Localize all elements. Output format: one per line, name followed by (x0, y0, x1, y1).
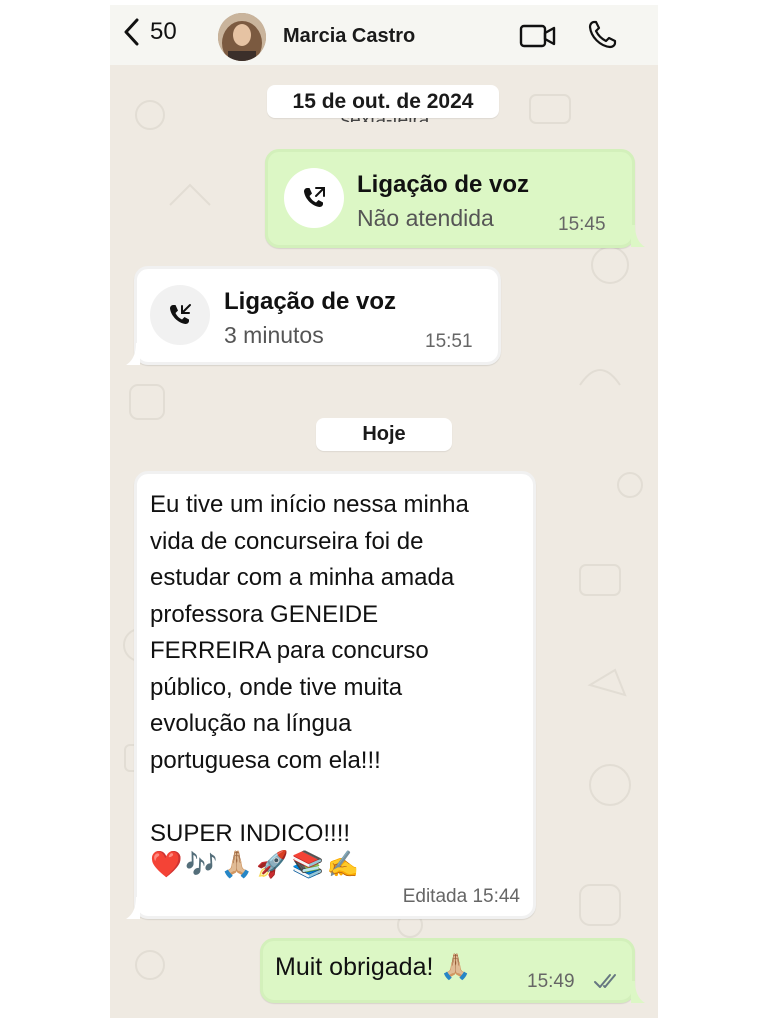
incoming-call-bubble[interactable]: Ligação de voz 3 minutos 15:51 (134, 266, 501, 365)
message-time: 15:45 (558, 214, 606, 235)
video-camera-icon[interactable] (519, 23, 557, 49)
bubble-tail-in (126, 897, 140, 919)
call-icon-wrapper (150, 285, 210, 345)
outgoing-call-bubble[interactable]: Ligação de voz Não atendida 15:45 (265, 149, 635, 248)
bubble-tail-out (631, 225, 645, 247)
message-time: 15:44 (472, 886, 520, 907)
unread-count: 50 (150, 18, 177, 45)
outgoing-text-bubble[interactable]: Muit obrigada! 🙏🏼 15:49 (260, 938, 635, 1003)
call-title: Ligação de voz (357, 171, 530, 198)
call-status: Não atendida (357, 205, 494, 231)
message-time: 15:51 (425, 331, 473, 352)
chevron-left-icon (124, 18, 139, 46)
read-ticks-icon (594, 974, 616, 988)
incoming-text-bubble[interactable]: Eu tive um início nessa minha vida de co… (134, 471, 536, 919)
avatar[interactable] (218, 13, 266, 61)
back-button[interactable]: 50 (120, 16, 177, 48)
contact-name[interactable]: Marcia Castro (283, 25, 415, 48)
phone-icon[interactable] (586, 19, 618, 51)
edited-label: Editada (402, 886, 468, 907)
message-text: Muit obrigada! 🙏🏼 (275, 953, 472, 981)
today-chip: Hoje (316, 418, 452, 451)
call-title: Ligação de voz (224, 288, 397, 315)
message-text: Eu tive um início nessa minha vida de co… (150, 491, 469, 847)
avatar-photo (218, 13, 266, 61)
message-meta: Editada 15:44 (403, 886, 520, 908)
outgoing-call-icon (304, 187, 325, 207)
bubble-tail-out (631, 981, 645, 1003)
bubble-tail-in (126, 343, 140, 365)
message-time: 15:49 (527, 971, 575, 992)
incoming-call-icon (170, 304, 191, 324)
chat-header: 50 Marcia Castro (110, 5, 658, 65)
message-emojis: ❤️🎶🙏🏼🚀📚✍️ (150, 849, 363, 879)
chat-screen: 50 Marcia Castro sexta-feira 15 de out. … (110, 5, 658, 1018)
date-chip: 15 de out. de 2024 (267, 85, 499, 118)
call-duration: 3 minutos (224, 322, 324, 348)
call-icon-wrapper (284, 168, 344, 228)
